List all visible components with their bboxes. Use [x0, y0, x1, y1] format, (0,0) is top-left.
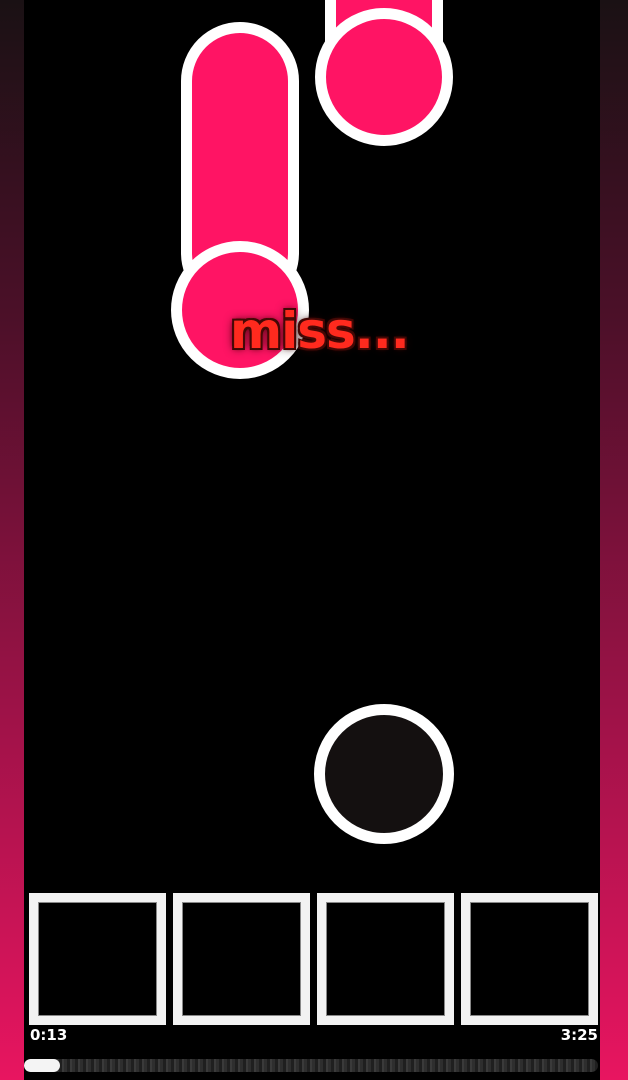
lane-receptor-4[interactable]: [461, 893, 598, 1025]
right-side-gradient: [600, 0, 628, 1080]
song-progress-fill: [24, 1059, 61, 1072]
song-progress-bar[interactable]: [24, 1059, 598, 1072]
left-side-gradient: [0, 0, 24, 1080]
current-time: 0:13: [30, 1026, 68, 1044]
lane-receptor-1[interactable]: [29, 893, 166, 1025]
hold-note-lane-3-head: [315, 8, 453, 146]
lane-receptor-3[interactable]: [317, 893, 454, 1025]
judgement-text: miss...: [230, 302, 410, 360]
lane-receptor-2[interactable]: [173, 893, 310, 1025]
player-cursor[interactable]: [314, 704, 454, 844]
total-time: 3:25: [560, 1026, 598, 1044]
